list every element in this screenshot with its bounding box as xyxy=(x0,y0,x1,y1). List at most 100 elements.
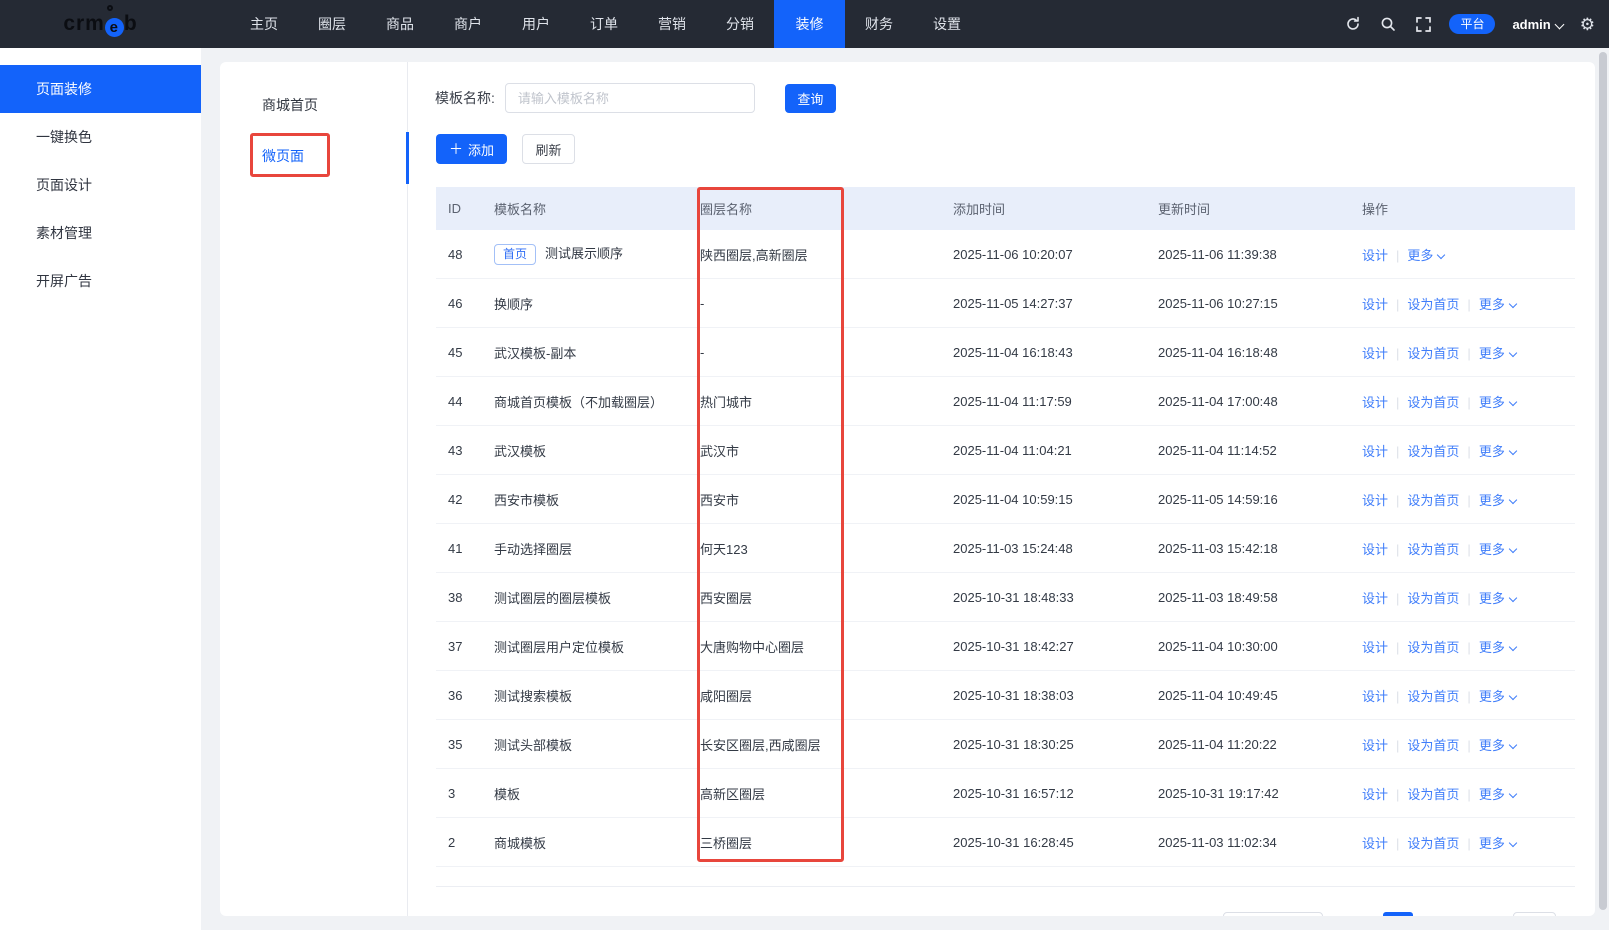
design-link[interactable]: 设计 xyxy=(1362,738,1388,753)
topnav-item-9[interactable]: 财务 xyxy=(845,0,913,48)
set-home-link[interactable]: 设为首页 xyxy=(1407,346,1459,361)
subnav-item-micro-page[interactable]: 微页面 xyxy=(220,146,304,166)
design-link[interactable]: 设计 xyxy=(1362,493,1388,508)
cell-id: 48 xyxy=(436,247,482,262)
more-link[interactable]: 更多 xyxy=(1479,493,1516,508)
more-link[interactable]: 更多 xyxy=(1479,640,1516,655)
set-home-link[interactable]: 设为首页 xyxy=(1407,542,1459,557)
more-link[interactable]: 更多 xyxy=(1479,395,1516,410)
design-link[interactable]: 设计 xyxy=(1362,640,1388,655)
vertical-scrollbar[interactable] xyxy=(1599,52,1607,910)
cell-circle-name: - xyxy=(688,345,941,360)
action-separator: | xyxy=(1396,689,1399,704)
set-home-link[interactable]: 设为首页 xyxy=(1407,395,1459,410)
set-home-link[interactable]: 设为首页 xyxy=(1407,787,1459,802)
topnav-item-3[interactable]: 商户 xyxy=(434,0,502,48)
more-link[interactable]: 更多 xyxy=(1479,542,1516,557)
sidebar-item-0[interactable]: 页面装修 xyxy=(0,65,201,113)
more-link[interactable]: 更多 xyxy=(1479,297,1516,312)
topnav-item-6[interactable]: 营销 xyxy=(638,0,706,48)
query-button[interactable]: 查询 xyxy=(785,84,836,113)
more-link[interactable]: 更多 xyxy=(1479,738,1516,753)
more-link[interactable]: 更多 xyxy=(1479,689,1516,704)
sidebar-item-1[interactable]: 一键换色 xyxy=(0,113,201,161)
cell-created-time: 2025-10-31 16:57:12 xyxy=(941,786,1146,801)
set-home-link[interactable]: 设为首页 xyxy=(1407,297,1459,312)
cell-template-name: 首页测试展示顺序 xyxy=(482,243,688,266)
more-link[interactable]: 更多 xyxy=(1479,591,1516,606)
action-separator: | xyxy=(1396,738,1399,753)
subnav-item-mall-home[interactable]: 商城首页 xyxy=(220,95,318,115)
more-link[interactable]: 更多 xyxy=(1479,787,1516,802)
table-row: 48首页测试展示顺序陕西圈层,高新圈层2025-11-06 10:20:0720… xyxy=(436,230,1575,279)
design-link[interactable]: 设计 xyxy=(1362,836,1388,851)
cell-created-time: 2025-11-05 14:27:37 xyxy=(941,296,1146,311)
add-button[interactable]: ＋添加 xyxy=(436,134,507,164)
refresh-button[interactable]: 刷新 xyxy=(522,134,575,164)
topnav-item-10[interactable]: 设置 xyxy=(913,0,981,48)
column-header-2: 模板名称 xyxy=(482,199,688,218)
topnav-item-8[interactable]: 装修 xyxy=(774,0,845,48)
design-link[interactable]: 设计 xyxy=(1362,542,1388,557)
fullscreen-icon[interactable] xyxy=(1414,15,1432,33)
platform-badge[interactable]: 平台 xyxy=(1449,14,1495,34)
design-link[interactable]: 设计 xyxy=(1362,591,1388,606)
topnav-item-0[interactable]: 主页 xyxy=(230,0,298,48)
home-badge[interactable]: 首页 xyxy=(494,244,536,266)
table-bottom-divider xyxy=(436,886,1575,887)
template-name-label: 模板名称: xyxy=(435,88,495,108)
topnav-item-7[interactable]: 分销 xyxy=(706,0,774,48)
template-name-text: 测试圈层的圈层模板 xyxy=(494,591,611,606)
design-link[interactable]: 设计 xyxy=(1362,689,1388,704)
set-home-link[interactable]: 设为首页 xyxy=(1407,591,1459,606)
secondary-nav: 商城首页 微页面 xyxy=(220,62,408,916)
app-logo[interactable]: crmeb xyxy=(0,0,201,48)
cell-template-name: 商城首页模板（不加载圈层） xyxy=(482,392,688,411)
more-link[interactable]: 更多 xyxy=(1479,836,1516,851)
sidebar-item-3[interactable]: 素材管理 xyxy=(0,209,201,257)
top-navigation-bar: crmeb 主页圈层商品商户用户订单营销分销装修财务设置 平台 admin ⚙ xyxy=(0,0,1609,48)
sidebar-item-2[interactable]: 页面设计 xyxy=(0,161,201,209)
sidebar-item-4[interactable]: 开屏广告 xyxy=(0,257,201,305)
design-link[interactable]: 设计 xyxy=(1362,248,1388,263)
table-row: 38测试圈层的圈层模板西安圈层2025-10-31 18:48:332025-1… xyxy=(436,573,1575,622)
gear-icon[interactable]: ⚙ xyxy=(1580,16,1595,33)
topnav-item-1[interactable]: 圈层 xyxy=(298,0,366,48)
design-link[interactable]: 设计 xyxy=(1362,444,1388,459)
design-link[interactable]: 设计 xyxy=(1362,787,1388,802)
cell-template-name: 商城模板 xyxy=(482,833,688,852)
table-row: 36测试搜索模板咸阳圈层2025-10-31 18:38:032025-11-0… xyxy=(436,671,1575,720)
set-home-link[interactable]: 设为首页 xyxy=(1407,444,1459,459)
pagination-next-button[interactable] xyxy=(1513,912,1556,916)
pagination-page-1-button[interactable] xyxy=(1383,912,1413,916)
pagination-per-page-select[interactable] xyxy=(1223,912,1323,916)
action-separator: | xyxy=(1396,395,1399,410)
search-icon[interactable] xyxy=(1379,15,1397,33)
more-link[interactable]: 更多 xyxy=(1479,346,1516,361)
cell-template-name: 西安市模板 xyxy=(482,490,688,509)
column-header-5: 更新时间 xyxy=(1146,199,1350,218)
set-home-link[interactable]: 设为首页 xyxy=(1407,836,1459,851)
design-link[interactable]: 设计 xyxy=(1362,297,1388,312)
cell-id: 41 xyxy=(436,541,482,556)
more-link[interactable]: 更多 xyxy=(1479,444,1516,459)
topnav-item-4[interactable]: 用户 xyxy=(502,0,570,48)
more-link[interactable]: 更多 xyxy=(1407,248,1444,263)
set-home-link[interactable]: 设为首页 xyxy=(1407,738,1459,753)
topnav-item-5[interactable]: 订单 xyxy=(570,0,638,48)
cell-template-name: 手动选择圈层 xyxy=(482,539,688,558)
refresh-icon[interactable] xyxy=(1344,15,1362,33)
set-home-link[interactable]: 设为首页 xyxy=(1407,689,1459,704)
set-home-link[interactable]: 设为首页 xyxy=(1407,640,1459,655)
topnav-item-2[interactable]: 商品 xyxy=(366,0,434,48)
admin-user-menu[interactable]: admin xyxy=(1512,17,1562,32)
design-link[interactable]: 设计 xyxy=(1362,395,1388,410)
cell-actions: 设计 | 更多 xyxy=(1350,245,1575,264)
template-name-input[interactable] xyxy=(505,83,755,113)
action-separator: | xyxy=(1396,248,1399,263)
set-home-link[interactable]: 设为首页 xyxy=(1407,493,1459,508)
cell-updated-time: 2025-11-03 11:02:34 xyxy=(1146,835,1350,850)
cell-created-time: 2025-11-04 16:18:43 xyxy=(941,345,1146,360)
design-link[interactable]: 设计 xyxy=(1362,346,1388,361)
table-row: 46换顺序-2025-11-05 14:27:372025-11-06 10:2… xyxy=(436,279,1575,328)
